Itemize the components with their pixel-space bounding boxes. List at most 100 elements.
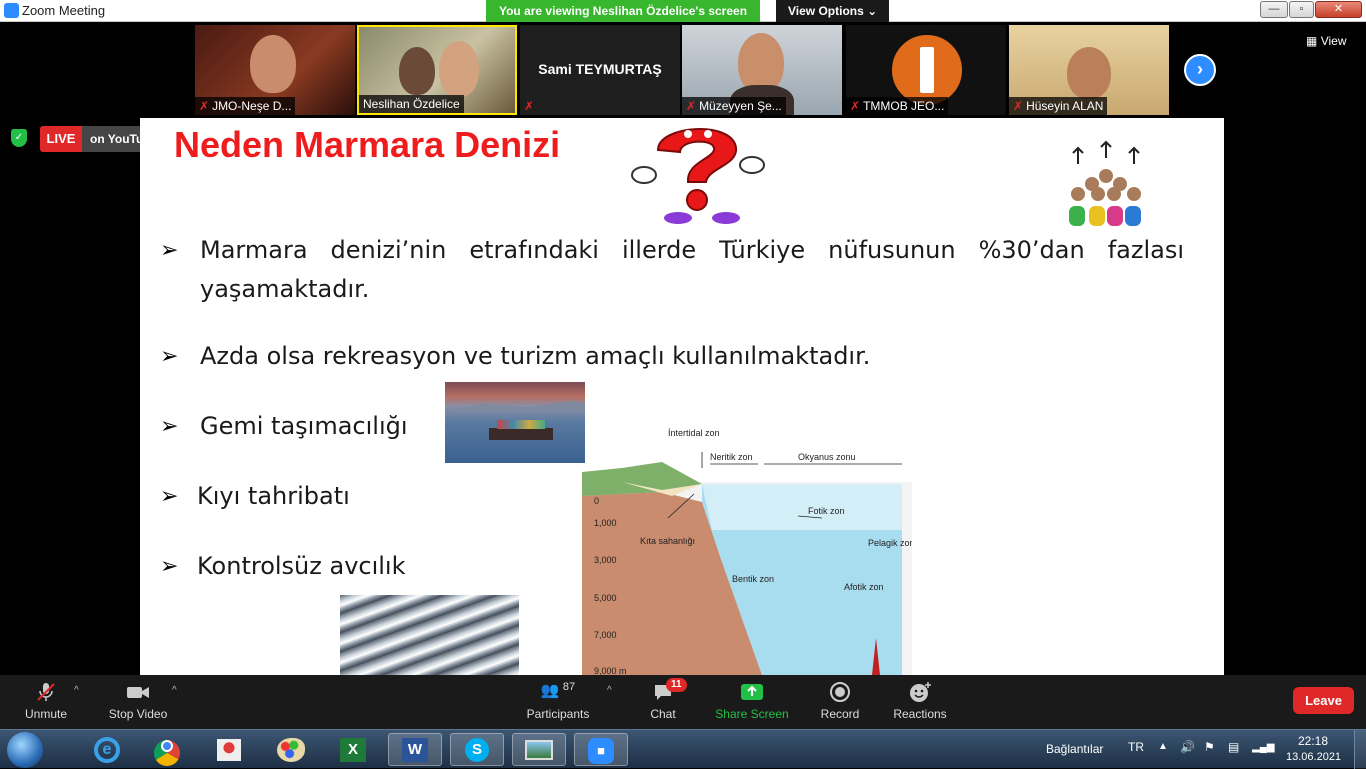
slide-bullet: Marmara denizi’nin etrafındaki illerde T… (200, 236, 1184, 264)
zoom-app-icon (4, 3, 19, 18)
maximize-button[interactable]: ▫ (1289, 1, 1314, 18)
paint-icon[interactable] (264, 733, 318, 766)
clock-time[interactable]: 22:18 (1298, 734, 1328, 748)
share-screen-label: Share Screen (715, 707, 789, 721)
bullet-arrow-icon: ➢ (160, 238, 179, 263)
muted-mic-icon: ✗ (686, 99, 697, 113)
viewing-screen-banner: You are viewing Neslihan Özdelice's scre… (486, 0, 760, 22)
tmmob-logo (920, 47, 934, 93)
network-icon[interactable]: ▤ (1228, 740, 1239, 754)
population-growth-icon (1069, 140, 1141, 226)
participants-options-caret[interactable]: ^ (607, 685, 612, 696)
window-title: Zoom Meeting (22, 3, 106, 18)
slide-title: Neden Marmara Denizi (174, 124, 561, 165)
chevron-right-icon: › (1197, 59, 1203, 79)
internet-explorer-icon[interactable]: e (80, 733, 134, 766)
flag-icon[interactable]: ⚑ (1204, 740, 1215, 754)
diagram-label: İntertidal zon (668, 428, 720, 438)
depth-label: 0 (594, 496, 599, 506)
skype-icon[interactable]: S (450, 733, 504, 766)
zoom-taskbar-icon[interactable]: ■ (574, 733, 628, 766)
participant-name: ✗ TMMOB JEO... (846, 97, 949, 115)
slide-bullet: Kontrolsüz avcılık (197, 552, 406, 580)
connections-label[interactable]: Bağlantılar (1046, 742, 1103, 756)
participants-icon: 👥 (540, 682, 560, 699)
participants-label: Participants (526, 707, 590, 721)
participant-video (738, 33, 784, 93)
participant-tile[interactable]: ✗ TMMOB JEO... (846, 25, 1006, 115)
unmute-button[interactable]: Unmute (18, 681, 74, 721)
view-label: View (1320, 34, 1347, 48)
record-icon (830, 682, 850, 702)
participant-gallery: ✗ JMO-Neşe D... Neslihan Özdelice Sami TE… (0, 23, 1366, 118)
record-button[interactable]: Record (818, 681, 862, 721)
bullet-arrow-icon: ➢ (160, 554, 179, 579)
stop-video-button[interactable]: Stop Video (106, 681, 170, 721)
show-hidden-icons-icon[interactable]: ▲ (1158, 741, 1168, 752)
photo-viewer-icon[interactable] (512, 733, 566, 766)
participants-button[interactable]: 👥 87 Participants (524, 681, 592, 721)
view-options-menu[interactable]: View Options ⌄ (776, 0, 890, 22)
grid-view-icon: ▦ (1306, 34, 1318, 48)
slide-bullet: Gemi taşımacılığı (200, 412, 408, 440)
video-camera-icon (127, 687, 149, 698)
chat-unread-badge: 11 (666, 678, 687, 692)
participant-tile[interactable]: ✗ Müzeyyen Şe... (682, 25, 842, 115)
window-titlebar: Zoom Meeting You are viewing Neslihan Öz… (0, 0, 1366, 22)
slide-bullet: Azda olsa rekreasyon ve turizm amaçlı ku… (200, 342, 871, 370)
participant-video (1067, 47, 1111, 99)
participant-tile[interactable]: ✗ Hüseyin ALAN (1009, 25, 1169, 115)
language-indicator[interactable]: TR (1128, 740, 1144, 754)
show-desktop-button[interactable] (1354, 730, 1366, 769)
excel-icon[interactable]: X (326, 733, 380, 766)
signal-icon[interactable]: ▂▄▆ (1252, 742, 1274, 753)
view-button[interactable]: ▦ View (1306, 34, 1346, 48)
participant-name: ✗ Müzeyyen Şe... (682, 97, 786, 115)
chevron-down-icon: ⌄ (867, 4, 878, 18)
reactions-smiley-icon (910, 682, 931, 702)
diagram-label: Neritik zon (710, 452, 753, 462)
participant-name-bar: ✗ (520, 97, 541, 115)
volume-icon[interactable]: 🔊 (1180, 740, 1195, 754)
view-options-label: View Options (788, 4, 864, 18)
diagram-label: Okyanus zonu (798, 452, 856, 462)
muted-mic-icon: ✗ (850, 99, 861, 113)
reactions-button[interactable]: Reactions (892, 681, 948, 721)
snipping-tool-icon[interactable] (202, 733, 256, 766)
question-mark-character-icon (631, 128, 765, 224)
participant-video (439, 41, 479, 97)
participant-name: ✗ JMO-Neşe D... (195, 97, 296, 115)
close-button[interactable]: ✕ (1315, 1, 1362, 18)
minimize-button[interactable]: — (1260, 1, 1288, 18)
depth-label: 5,000 (594, 593, 617, 603)
participant-name: ✗ Hüseyin ALAN (1009, 97, 1108, 115)
depth-label: 7,000 (594, 630, 617, 640)
word-icon[interactable]: W (388, 733, 442, 766)
gallery-next-button[interactable]: › (1184, 54, 1216, 86)
chrome-icon[interactable] (140, 733, 194, 766)
participant-tile[interactable]: Sami TEYMURTAŞ ✗ (520, 25, 680, 115)
encryption-shield-icon[interactable]: ✓ (11, 129, 27, 147)
live-badge[interactable]: LIVE (40, 126, 82, 152)
participants-count: 87 (562, 681, 576, 693)
participant-tile[interactable]: ✗ JMO-Neşe D... (195, 25, 355, 115)
share-screen-button[interactable]: Share Screen (714, 681, 790, 721)
video-options-caret[interactable]: ^ (172, 685, 177, 696)
diagram-label: Afotik zon (844, 582, 884, 592)
windows-taskbar: e X W S ■ Bağlantılar TR ▲ 🔊 ⚑ ▤ ▂▄▆ 22:… (0, 729, 1366, 769)
diagram-label: Kıta sahanlığı (640, 536, 695, 546)
share-screen-icon (741, 684, 763, 700)
muted-mic-icon: ✗ (199, 99, 210, 113)
record-label: Record (820, 707, 860, 721)
clock-date[interactable]: 13.06.2021 (1286, 751, 1341, 763)
muted-microphone-icon (37, 683, 55, 701)
shared-screen-slide: Neden Marmara Denizi ➢ Marmara denizi’ni… (140, 118, 1224, 675)
start-button[interactable] (7, 732, 43, 768)
participant-tile-active-speaker[interactable]: Neslihan Özdelice (357, 25, 517, 115)
depth-label: 9,000 m (594, 666, 627, 675)
bullet-arrow-icon: ➢ (160, 484, 179, 509)
audio-options-caret[interactable]: ^ (74, 685, 79, 696)
diagram-label: Fotik zon (808, 506, 845, 516)
leave-meeting-button[interactable]: Leave (1293, 687, 1354, 714)
participant-video (250, 35, 296, 93)
